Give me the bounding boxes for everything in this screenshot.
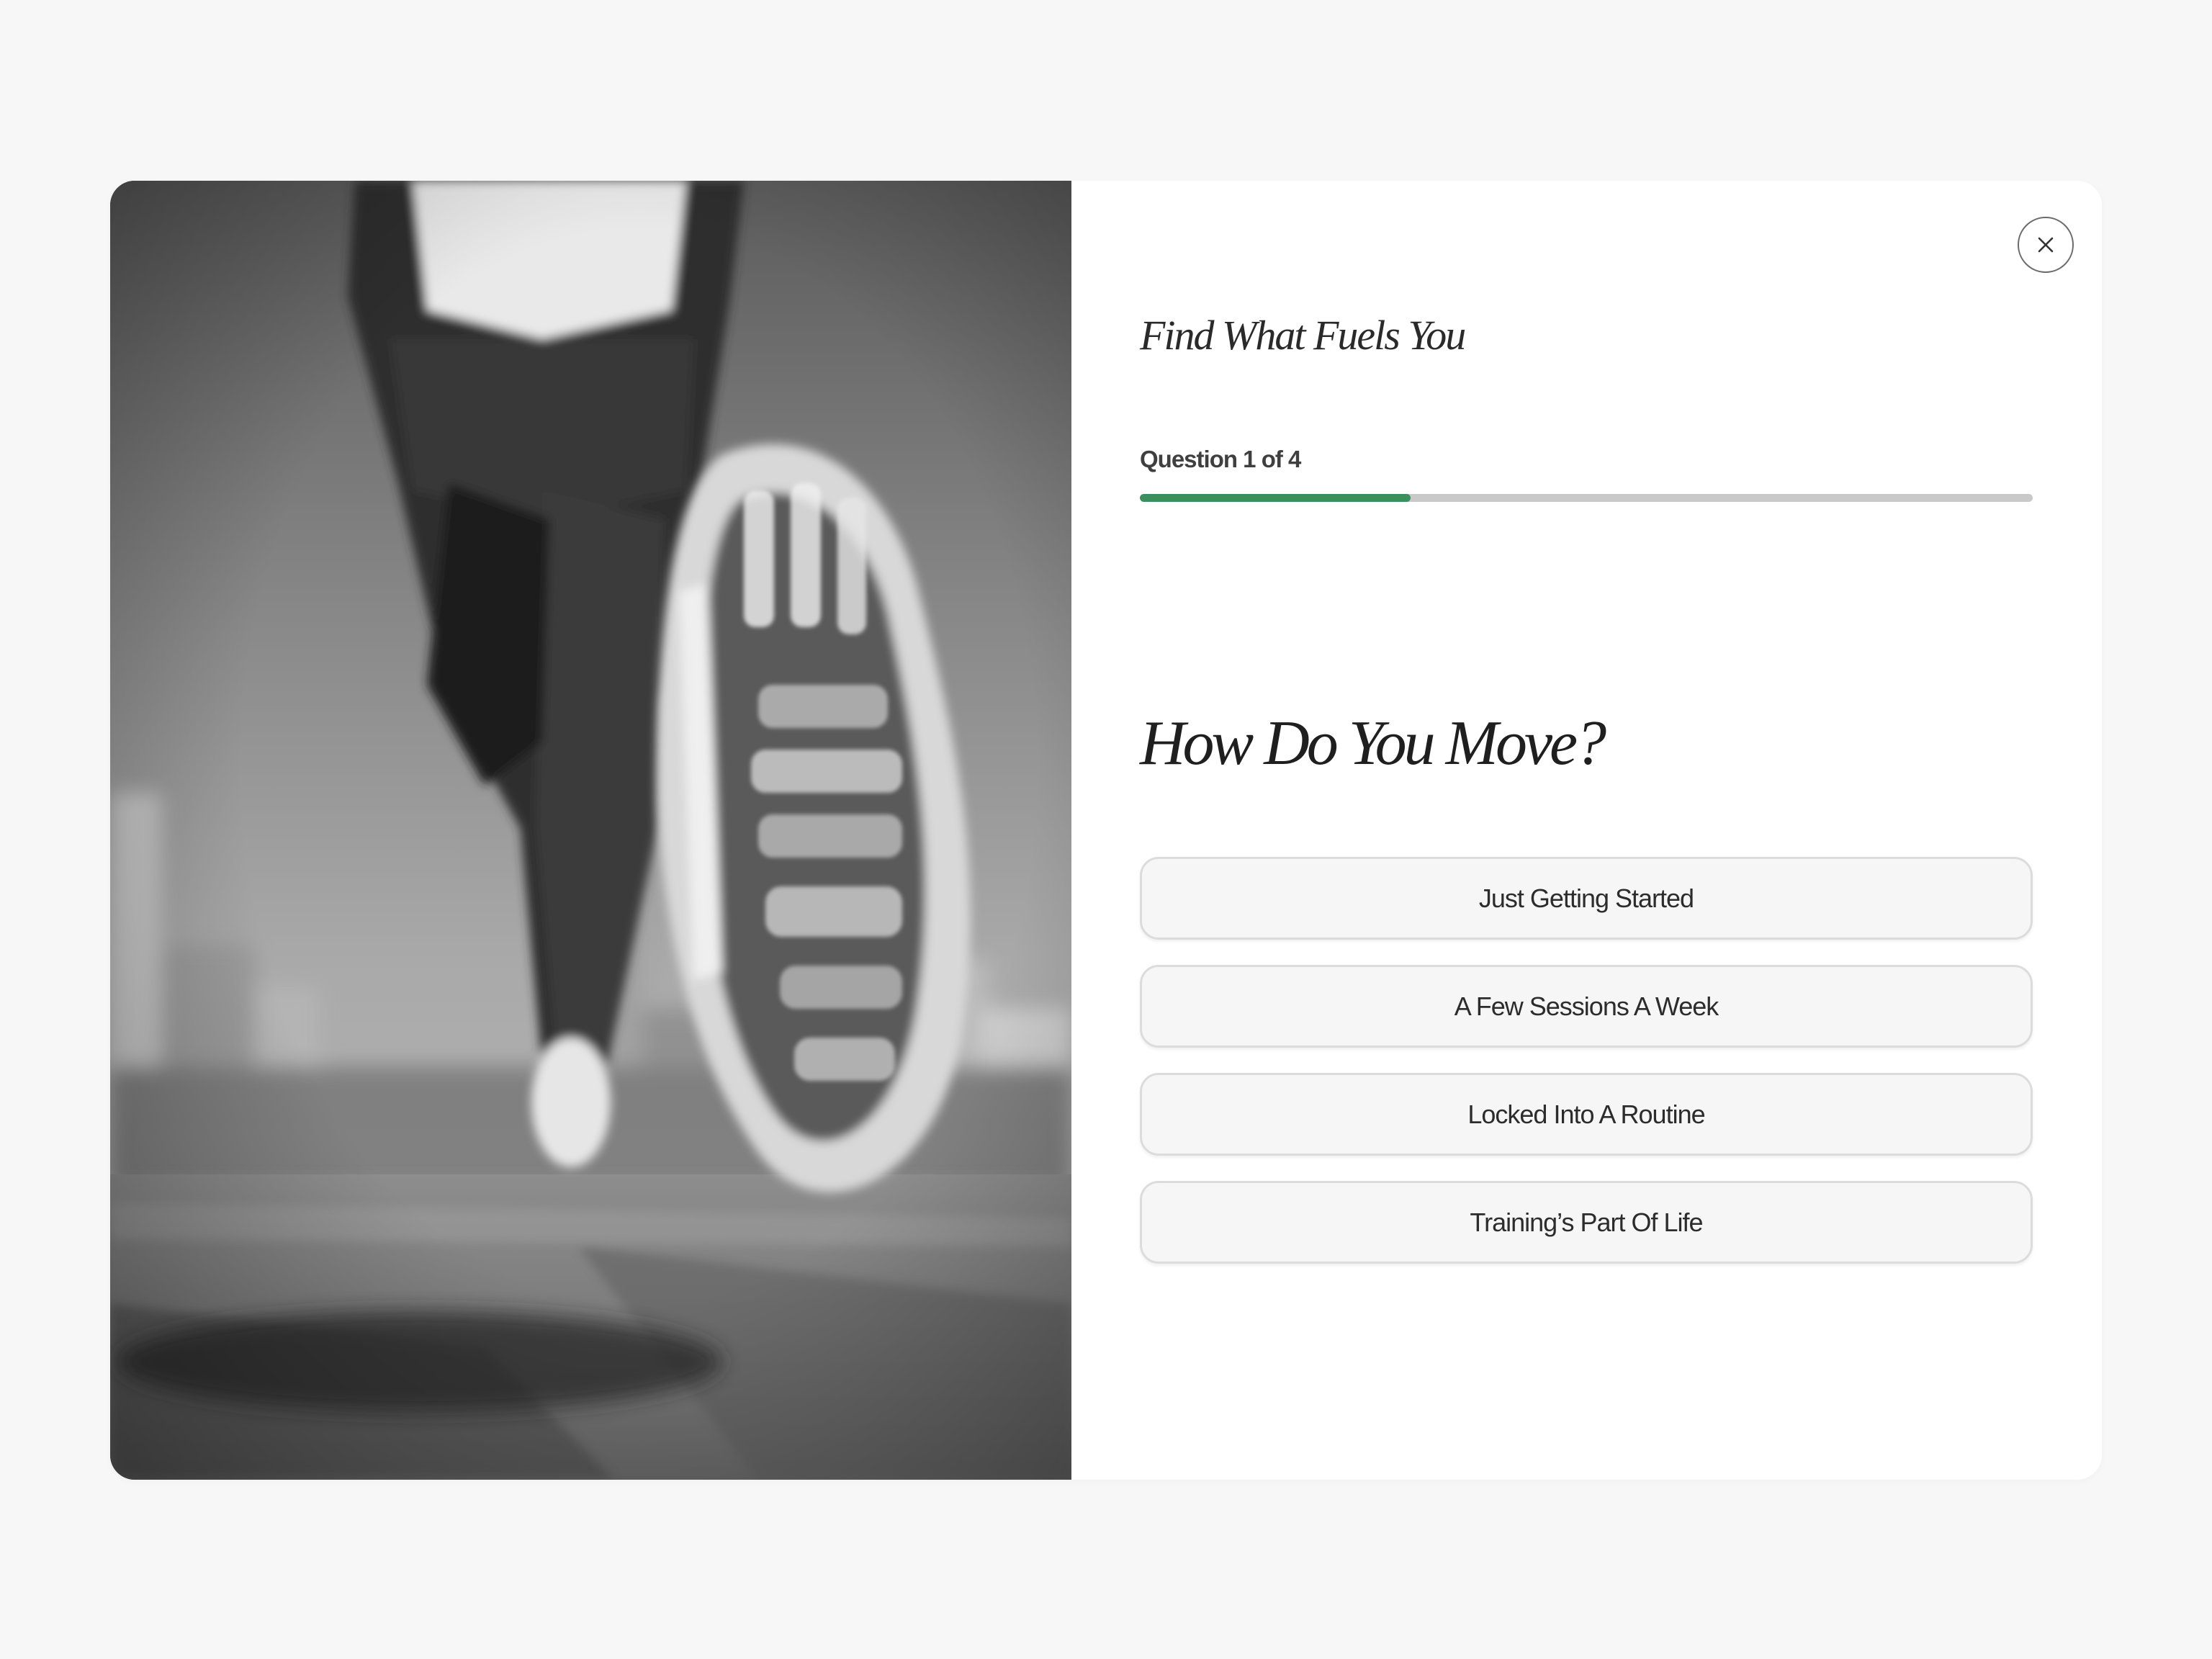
- progress-bar: [1140, 494, 2033, 502]
- answer-options: Just Getting Started A Few Sessions A We…: [1140, 857, 2033, 1289]
- close-button[interactable]: [2018, 217, 2074, 273]
- close-icon: [2038, 237, 2054, 253]
- progress-bar-fill: [1140, 494, 1411, 502]
- answer-option-trainings-part-of-life[interactable]: Training’s Part Of Life: [1140, 1181, 2033, 1264]
- answer-option-just-getting-started[interactable]: Just Getting Started: [1140, 857, 2033, 940]
- runner-illustration: [110, 181, 1071, 1480]
- quiz-eyebrow-title: Find What Fuels You: [1140, 312, 1466, 359]
- question-title: How Do You Move?: [1140, 709, 1606, 778]
- runner-photo: [110, 181, 1071, 1480]
- quiz-modal: Find What Fuels You Question 1 of 4 How …: [110, 181, 2102, 1480]
- quiz-panel: Find What Fuels You Question 1 of 4 How …: [1071, 181, 2102, 1480]
- answer-option-few-sessions-a-week[interactable]: A Few Sessions A Week: [1140, 965, 2033, 1048]
- answer-option-locked-into-routine[interactable]: Locked Into A Routine: [1140, 1073, 2033, 1156]
- progress-label: Question 1 of 4: [1140, 446, 1301, 472]
